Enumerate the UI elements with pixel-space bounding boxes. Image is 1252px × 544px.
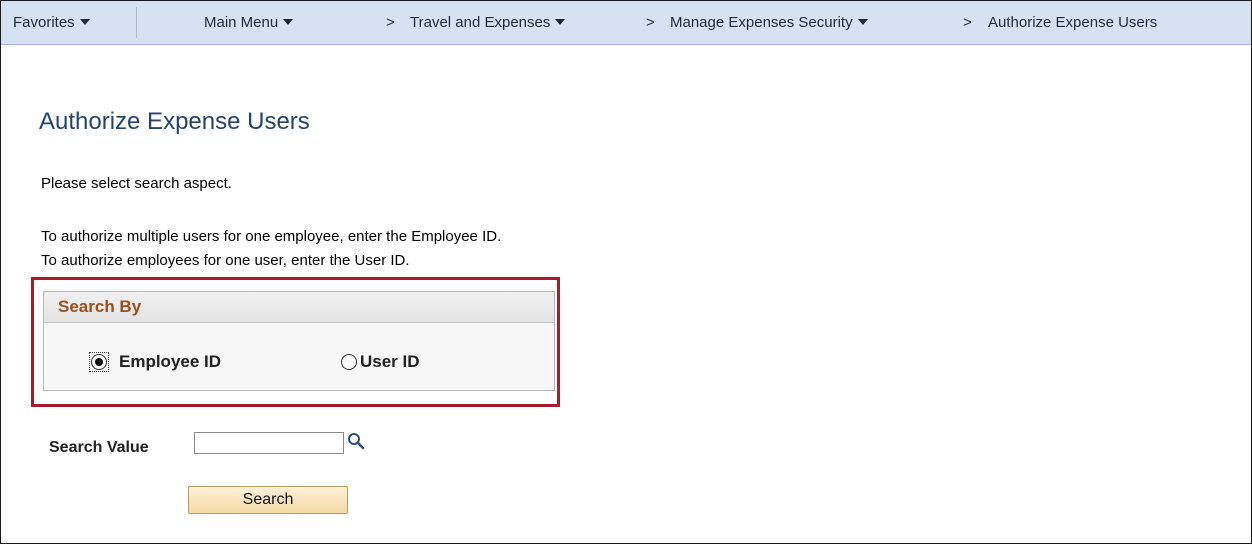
help-text-employee: To authorize multiple users for one empl… xyxy=(41,228,502,245)
breadcrumb-label: Manage Expenses Security xyxy=(670,14,853,31)
breadcrumb-label: Travel and Expenses xyxy=(410,14,551,31)
search-button[interactable]: Search xyxy=(188,486,348,514)
instruction-text: Please select search aspect. xyxy=(41,175,232,192)
caret-down-icon xyxy=(857,19,868,25)
page-title: Authorize Expense Users xyxy=(39,108,310,135)
page-frame: Favorites Main Menu > Travel and Expense… xyxy=(0,0,1252,544)
main-menu[interactable]: Main Menu xyxy=(204,1,294,44)
caret-down-icon xyxy=(283,19,294,25)
favorites-label: Favorites xyxy=(13,14,75,31)
search-value-input[interactable] xyxy=(194,432,344,454)
help-text-user: To authorize employees for one user, ent… xyxy=(41,252,410,269)
breadcrumb-separator-icon: > xyxy=(963,14,972,31)
search-value-label: Search Value xyxy=(49,439,149,456)
breadcrumb-manage-expenses-security[interactable]: Manage Expenses Security xyxy=(670,1,868,44)
caret-down-icon xyxy=(555,19,566,25)
main-menu-label: Main Menu xyxy=(204,14,279,31)
breadcrumb-authorize-expense-users[interactable]: Authorize Expense Users xyxy=(988,1,1157,44)
navigation-bar: Favorites Main Menu > Travel and Expense… xyxy=(1,1,1251,45)
nav-divider xyxy=(136,7,137,38)
magnifier-icon[interactable] xyxy=(346,431,366,451)
favorites-menu[interactable]: Favorites xyxy=(13,1,90,44)
highlight-box xyxy=(31,277,560,407)
breadcrumb-separator-icon: > xyxy=(386,14,395,31)
caret-down-icon xyxy=(79,19,90,25)
breadcrumb-separator-icon: > xyxy=(646,14,655,31)
breadcrumb-travel-and-expenses[interactable]: Travel and Expenses xyxy=(410,1,566,44)
